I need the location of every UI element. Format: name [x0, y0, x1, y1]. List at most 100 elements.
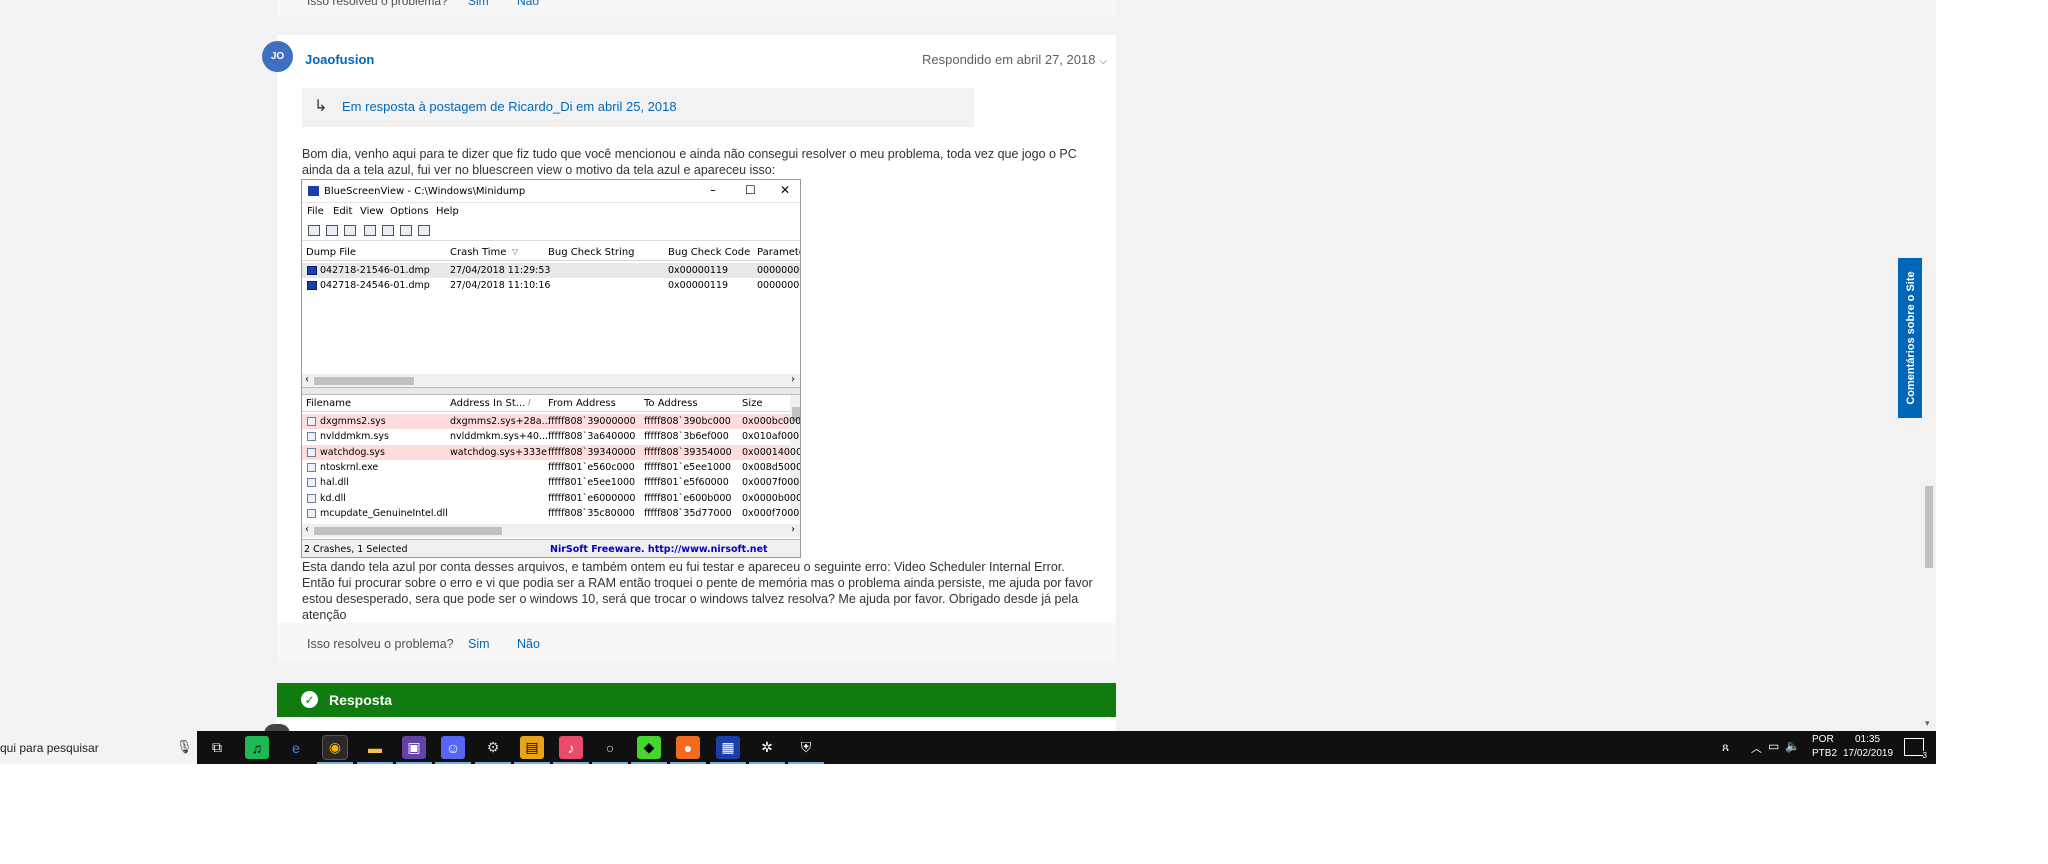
origin-icon[interactable]: ○ [598, 736, 622, 759]
clock-time[interactable]: 01:35 [1855, 734, 1880, 745]
status-selection: 2 Crashes, 1 Selected [304, 544, 408, 555]
dump-list-hscroll: ‹ › [302, 374, 800, 387]
search-placeholder: qui para pesquisar [0, 741, 99, 755]
page-scrollbar[interactable]: ▾ [1922, 0, 1936, 731]
scroll-thumb [314, 377, 414, 385]
avatar[interactable]: JO [262, 41, 293, 72]
bsv-menu-options: Options [390, 206, 429, 217]
html-report-icon [382, 225, 394, 236]
col-to-address: To Address [644, 398, 698, 409]
driver-filename: mcupdate_GenuineIntel.dll [320, 507, 448, 519]
file-explorer-icon[interactable]: ▬ [363, 736, 387, 759]
scroll-right-icon: › [791, 374, 795, 385]
driver-from-address: fffff801`e6000000 [548, 492, 636, 504]
driver-size: 0x000f7000 [742, 507, 800, 519]
keyboard-layout[interactable]: PTB2 [1812, 748, 1837, 759]
save-icon [326, 225, 338, 236]
driver-size: 0x000bc000 [742, 416, 801, 427]
col-parameter: Parameter [757, 247, 800, 258]
reply-date-text: Respondido em abril 27, 2018 [922, 52, 1096, 67]
driver-file-icon [307, 493, 316, 503]
driver-from-address: fffff808`39340000 [548, 446, 636, 458]
twitch-icon[interactable]: ▣ [402, 736, 426, 759]
running-indicator [475, 762, 511, 764]
taskbar-search[interactable]: qui para pesquisar 🎙 [0, 731, 197, 764]
scroll-thumb [314, 527, 502, 535]
network-icon[interactable]: ▭ [1768, 739, 1779, 753]
spotify-icon[interactable]: ♫ [245, 736, 269, 759]
security-icon[interactable]: ⛨ [794, 736, 818, 759]
driver-filename: ntoskrnl.exe [320, 461, 379, 473]
driver-size: 0x008d5000 [742, 461, 801, 473]
driver-row: watchdog.sys watchdog.sys+333e fffff808`39… [302, 444, 800, 460]
clock-date[interactable]: 17/02/2019 [1843, 748, 1893, 759]
helpful-question: Isso resolveu o problema? [307, 637, 454, 651]
volume-icon[interactable]: 🔈 [1785, 739, 1800, 753]
bsv-menu-file: File [307, 206, 324, 217]
driver-row: ntoskrnl.exe fffff801`e560c000 fffff801`e5… [302, 460, 800, 475]
refresh-icon [344, 225, 356, 236]
yes-link[interactable]: Sim [468, 637, 490, 651]
steam-icon[interactable]: ⚙ [481, 736, 505, 759]
bsv-title: BlueScreenView - C:\Windows\Minidump [324, 186, 526, 197]
driver-size: 0x0000b000 [742, 492, 801, 504]
chevron-down-icon: ⌵ [1099, 56, 1108, 67]
copy-icon [364, 225, 376, 236]
bsv-app-icon [308, 186, 319, 196]
bsv-menu-help: Help [436, 206, 459, 217]
scroll-left-icon: ‹ [305, 374, 309, 385]
scroll-thumb[interactable] [1925, 486, 1933, 568]
itunes-icon[interactable]: ♪ [559, 736, 583, 759]
bsv-menu-edit: Edit [333, 206, 353, 217]
driver-filename: watchdog.sys [320, 446, 385, 458]
col-filename: Filename [306, 398, 352, 409]
site-feedback-tab[interactable]: Comentários sobre o Site [1898, 258, 1924, 418]
pane-splitter [302, 387, 800, 395]
scroll-right-icon: › [791, 524, 795, 535]
driver-row: kd.dll fffff801`e6000000 fffff801`e600b000… [302, 491, 800, 506]
dump-row: 042718-21546-01.dmp 27/04/2018 11:29:53 … [302, 263, 800, 278]
driver-list-header: Filename Address In St... / From Address… [302, 395, 800, 412]
quote-link[interactable]: Em resposta à postagem de Ricardo_Di em … [342, 99, 677, 114]
dump-file-icon [307, 266, 317, 275]
reply-body-text: Bom dia, venho aqui para te dizer que fi… [302, 147, 1077, 177]
answer-card [277, 717, 1116, 731]
running-indicator [435, 762, 471, 764]
prev-no-link[interactable]: Não [517, 0, 539, 8]
scroll-down-icon[interactable]: ▾ [1925, 718, 1930, 729]
task-view-icon[interactable]: ⧉ [205, 736, 229, 759]
col-from-address: From Address [548, 398, 616, 409]
reply-date[interactable]: Respondido em abril 27, 2018 ⌵ [922, 52, 1107, 67]
driver-row: dxgmms2.sys dxgmms2.sys+28a... fffff808`39… [302, 414, 800, 429]
language-code[interactable]: POR [1812, 734, 1834, 745]
bsv-menu-view: View [360, 206, 384, 217]
driver-file-icon [307, 478, 316, 488]
author-link[interactable]: Joaofusion [305, 52, 374, 67]
razer-cortex-icon[interactable]: ◆ [637, 736, 661, 759]
game-app-icon[interactable]: ▤ [520, 736, 544, 759]
driver-file-icon [307, 462, 316, 472]
prev-yes-link[interactable]: Sim [468, 0, 489, 8]
microphone-icon[interactable]: 🎙 [176, 739, 193, 755]
driver-filename: hal.dll [320, 477, 349, 489]
chevron-up-icon[interactable]: ︿ [1751, 740, 1762, 756]
bluescreenview-icon[interactable]: ▦ [716, 736, 740, 759]
people-icon[interactable]: ጸ [1722, 740, 1729, 755]
settings-icon[interactable]: ✲ [755, 736, 779, 759]
dump-file-icon [307, 281, 317, 290]
notifications-icon[interactable]: 3 [1904, 738, 1927, 760]
notification-count: 3 [1922, 751, 1927, 760]
orange-app-icon[interactable]: ● [676, 736, 700, 759]
minimize-icon: – [710, 183, 716, 197]
chrome-icon[interactable]: ◉ [322, 735, 348, 760]
running-indicator [670, 762, 706, 764]
site-feedback-label: Comentários sobre o Site [1905, 271, 1917, 405]
edge-icon[interactable]: e [284, 736, 308, 759]
running-indicator [317, 762, 353, 764]
properties-icon [308, 225, 320, 236]
driver-row: nvlddmkm.sys nvlddmkm.sys+40... fffff808`3… [302, 429, 799, 444]
discord-icon[interactable]: ☺ [441, 736, 465, 759]
no-link[interactable]: Não [517, 637, 540, 651]
driver-from-address: fffff808`35c80000 [548, 507, 635, 519]
driver-from-address: fffff808`39000000 [548, 416, 636, 427]
